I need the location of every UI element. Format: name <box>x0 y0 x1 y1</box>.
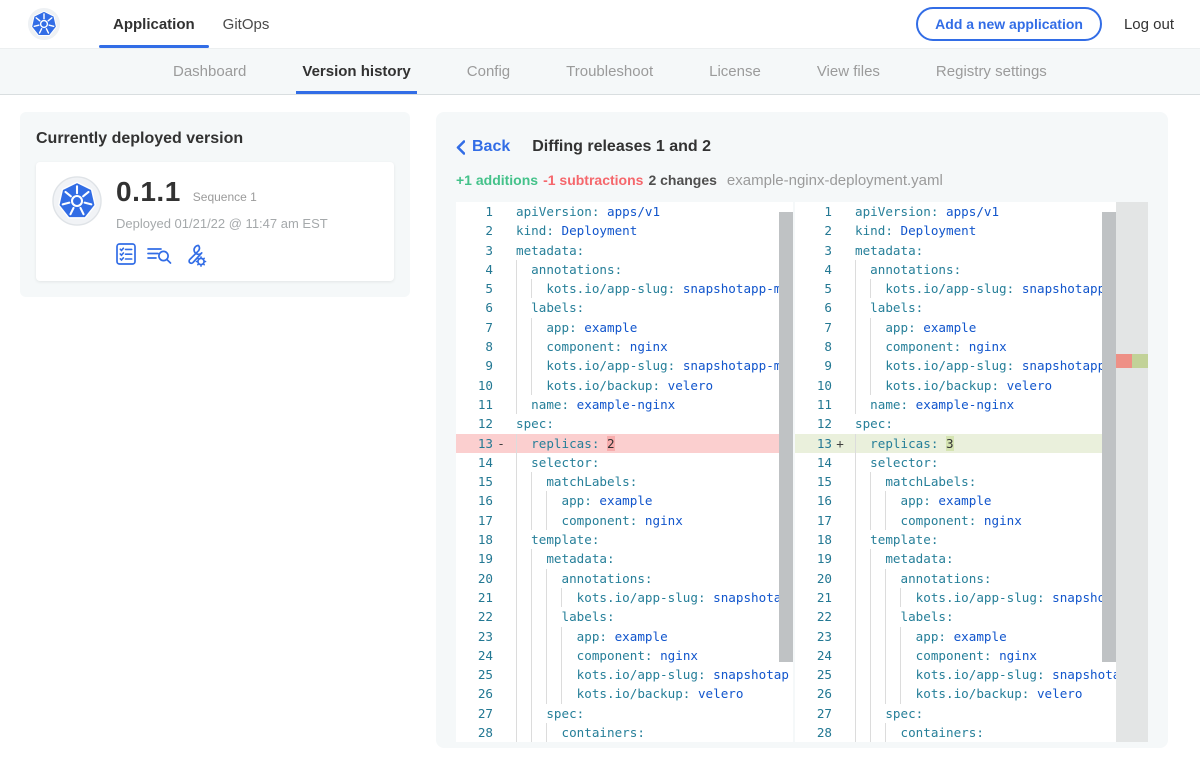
chevron-left-icon <box>456 140 465 155</box>
diff-line: 17 component: nginx <box>795 511 1116 530</box>
kubernetes-logo-icon <box>27 7 61 41</box>
diff-line: 22 labels: <box>456 607 793 626</box>
diff-line: 26 kots.io/backup: velero <box>456 684 793 703</box>
scrollbar-original[interactable] <box>779 212 793 662</box>
tab-application[interactable]: Application <box>99 0 209 48</box>
top-navbar: Application GitOps Add a new application… <box>0 0 1200 48</box>
diff-line: 2kind: Deployment <box>456 221 793 240</box>
diff-line: 1apiVersion: apps/v1 <box>795 202 1116 221</box>
diff-overview-ruler[interactable] <box>1116 202 1148 742</box>
scrollbar-modified[interactable] <box>1102 212 1116 662</box>
diff-line: 7 app: example <box>456 318 793 337</box>
add-application-button[interactable]: Add a new application <box>916 7 1102 41</box>
release-notes-icon[interactable] <box>116 243 136 265</box>
primary-tabs: Application GitOps <box>99 0 283 48</box>
diff-line: 21 kots.io/app-slug: snapshotap <box>456 588 793 607</box>
diff-line: 28 containers: <box>795 723 1116 742</box>
tab-gitops[interactable]: GitOps <box>209 0 284 48</box>
diff-line: 10 kots.io/backup: velero <box>456 376 793 395</box>
diff-editor-modified[interactable]: 1apiVersion: apps/v12kind: Deployment3me… <box>795 202 1116 742</box>
deployed-version-panel: 0.1.1 Sequence 1 Deployed 01/21/22 @ 11:… <box>36 162 394 281</box>
diff-line: 26 kots.io/backup: velero <box>795 684 1116 703</box>
ruler-addition-marker <box>1132 354 1148 368</box>
diff-line: 27 spec: <box>456 704 793 723</box>
subnav-item-license[interactable]: License <box>681 49 789 94</box>
deployed-timestamp: Deployed 01/21/22 @ 11:47 am EST <box>116 216 328 231</box>
app-subnav: Dashboard Version history Config Trouble… <box>0 48 1200 95</box>
logout-button[interactable]: Log out <box>1124 16 1174 33</box>
back-button[interactable]: Back <box>456 138 510 156</box>
diff-line: 18 template: <box>456 530 793 549</box>
diff-line: 24 component: nginx <box>795 646 1116 665</box>
diff-line: 16 app: example <box>456 491 793 510</box>
diff-line: 5 kots.io/app-slug: snapshotapp-mu <box>795 279 1116 298</box>
diff-line: 24 component: nginx <box>456 646 793 665</box>
diff-line: 13- replicas: 2 <box>456 434 793 453</box>
diff-line: 1apiVersion: apps/v1 <box>456 202 793 221</box>
diff-filename: example-nginx-deployment.yaml <box>727 172 943 189</box>
diff-title: Diffing releases 1 and 2 <box>532 138 711 156</box>
diff-line: 10 kots.io/backup: velero <box>795 376 1116 395</box>
diff-line: 6 labels: <box>456 298 793 317</box>
diff-line: 15 matchLabels: <box>456 472 793 491</box>
diff-line: 16 app: example <box>795 491 1116 510</box>
diff-line: 8 component: nginx <box>456 337 793 356</box>
back-label: Back <box>472 138 510 156</box>
diff-line: 23 app: example <box>456 627 793 646</box>
subnav-item-config[interactable]: Config <box>439 49 538 94</box>
diff-line: 3metadata: <box>795 241 1116 260</box>
diff-line: 18 template: <box>795 530 1116 549</box>
diff-line: 9 kots.io/app-slug: snapshotapp-mu <box>456 356 793 375</box>
subnav-item-dashboard[interactable]: Dashboard <box>145 49 274 94</box>
config-icon[interactable] <box>184 243 208 267</box>
diff-line: 5 kots.io/app-slug: snapshotapp-mu <box>456 279 793 298</box>
diff-line: 27 spec: <box>795 704 1116 723</box>
subnav-item-troubleshoot[interactable]: Troubleshoot <box>538 49 681 94</box>
diff-line: 17 component: nginx <box>456 511 793 530</box>
diff-line: 28 containers: <box>456 723 793 742</box>
diff-line: 25 kots.io/app-slug: snapshotap <box>456 665 793 684</box>
diff-line: 4 annotations: <box>795 260 1116 279</box>
subnav-item-version-history[interactable]: Version history <box>274 49 438 94</box>
diff-line: 19 metadata: <box>456 549 793 568</box>
diff-line: 2kind: Deployment <box>795 221 1116 240</box>
subtractions-count: -1 subtractions <box>543 172 643 188</box>
diff-line: 23 app: example <box>795 627 1116 646</box>
diff-line: 3metadata: <box>456 241 793 260</box>
deployed-card-title: Currently deployed version <box>36 130 394 148</box>
changes-count: 2 changes <box>648 172 716 188</box>
version-number: 0.1.1 <box>116 176 181 208</box>
diff-line: 19 metadata: <box>795 549 1116 568</box>
currently-deployed-card: Currently deployed version 0.1. <box>20 112 410 297</box>
deploy-logs-icon[interactable] <box>147 243 173 265</box>
diff-editor-original[interactable]: 1apiVersion: apps/v12kind: Deployment3me… <box>456 202 793 742</box>
additions-count: +1 additions <box>456 172 538 188</box>
subnav-item-registry-settings[interactable]: Registry settings <box>908 49 1075 94</box>
diff-line: 4 annotations: <box>456 260 793 279</box>
release-diff-panel: Back Diffing releases 1 and 2 +1 additio… <box>436 112 1168 748</box>
diff-line: 22 labels: <box>795 607 1116 626</box>
subnav-item-view-files[interactable]: View files <box>789 49 908 94</box>
diff-line: 25 kots.io/app-slug: snapshotap <box>795 665 1116 684</box>
diff-line: 15 matchLabels: <box>795 472 1116 491</box>
app-kubernetes-icon <box>52 176 102 226</box>
diff-line: 13+ replicas: 3 <box>795 434 1116 453</box>
diff-line: 11 name: example-nginx <box>795 395 1116 414</box>
diff-line: 14 selector: <box>456 453 793 472</box>
diff-stats: +1 additions -1 subtractions 2 changes e… <box>456 172 1148 189</box>
diff-line: 11 name: example-nginx <box>456 395 793 414</box>
diff-line: 8 component: nginx <box>795 337 1116 356</box>
diff-line: 12spec: <box>456 414 793 433</box>
ruler-deletion-marker <box>1116 354 1132 368</box>
diff-line: 9 kots.io/app-slug: snapshotapp-mu <box>795 356 1116 375</box>
diff-line: 21 kots.io/app-slug: snapshotap <box>795 588 1116 607</box>
diff-editors: 1apiVersion: apps/v12kind: Deployment3me… <box>456 202 1148 742</box>
diff-line: 7 app: example <box>795 318 1116 337</box>
diff-line: 12spec: <box>795 414 1116 433</box>
diff-line: 6 labels: <box>795 298 1116 317</box>
diff-line: 14 selector: <box>795 453 1116 472</box>
diff-line: 20 annotations: <box>456 569 793 588</box>
diff-line: 20 annotations: <box>795 569 1116 588</box>
sequence-label: Sequence 1 <box>193 190 257 204</box>
